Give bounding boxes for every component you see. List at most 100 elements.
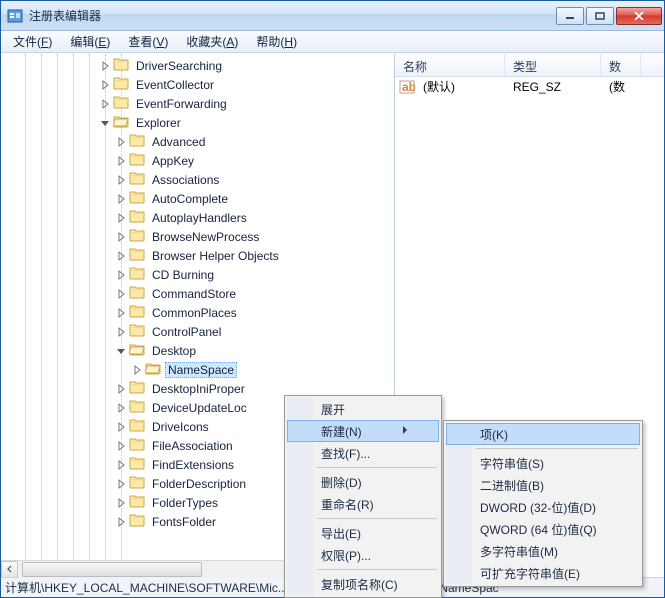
maximize-button[interactable] [586,7,614,25]
tree-item[interactable]: Desktop [1,341,394,360]
tree-item-label: DesktopIniProper [149,381,248,397]
tree-item-label: AutoComplete [149,191,231,207]
folder-open-icon [113,113,133,132]
collapse-icon[interactable] [113,346,129,356]
expand-icon[interactable] [113,289,129,299]
tree-item[interactable]: AutoComplete [1,189,394,208]
expand-icon[interactable] [113,327,129,337]
expand-icon[interactable] [113,232,129,242]
column-header[interactable]: 类型 [505,54,601,76]
menu-item[interactable]: 新建(N) [287,420,439,442]
expand-icon[interactable] [113,175,129,185]
tree-item[interactable]: ControlPanel [1,322,394,341]
new-submenu[interactable]: 项(K) 字符串值(S) 二进制值(B)DWORD (32-位)值(D)QWORD … [443,420,643,587]
menu-item[interactable]: 权限(P)... [287,544,439,566]
expand-icon[interactable] [113,479,129,489]
folder-icon [129,284,149,303]
tree-item[interactable]: CommonPlaces [1,303,394,322]
folder-icon [129,170,149,189]
tree-item[interactable]: CommandStore [1,284,394,303]
menu-item[interactable]: 多字符串值(M) [446,540,640,562]
folder-icon [129,189,149,208]
menu-3[interactable]: 收藏夹(A) [178,31,246,52]
collapse-icon[interactable] [97,118,113,128]
tree-item[interactable]: DriverSearching [1,56,394,75]
tree-item[interactable]: AppKey [1,151,394,170]
folder-icon [129,398,149,417]
menu-separator [476,448,638,449]
menu-item[interactable]: 字符串值(S) [446,452,640,474]
tree-item-label: EventForwarding [133,96,230,112]
tree-item-label: DriveIcons [149,419,212,435]
tree-item[interactable]: BrowseNewProcess [1,227,394,246]
menu-item[interactable]: 展开 [287,398,439,420]
menu-2[interactable]: 查看(V) [120,31,176,52]
tree-item[interactable]: Explorer [1,113,394,132]
folder-icon [129,265,149,284]
expand-icon[interactable] [113,213,129,223]
scroll-left-button[interactable] [1,561,18,578]
tree-context-menu[interactable]: 展开新建(N)查找(F)... 删除(D) 重命名(R) 导出(E)权限(P)... 复… [284,395,442,598]
expand-icon[interactable] [113,460,129,470]
expand-icon[interactable] [113,137,129,147]
menu-item[interactable]: 可扩充字符串值(E) [446,562,640,584]
menu-item[interactable]: 查找(F)... [287,442,439,464]
scroll-thumb[interactable] [22,562,202,577]
expand-icon[interactable] [113,156,129,166]
titlebar[interactable]: 注册表编辑器 [1,1,664,31]
tree-item[interactable]: NameSpace [1,360,394,379]
cell: (数 [605,78,645,95]
column-header[interactable]: 数 [601,54,641,76]
menu-0[interactable]: 文件(F) [5,31,60,52]
expand-icon[interactable] [97,80,113,90]
menu-item[interactable]: 复制项名称(C) [287,573,439,595]
folder-icon [129,322,149,341]
menu-item-label: 字符串值(S) [480,455,544,472]
window-title: 注册表编辑器 [29,7,556,24]
menu-separator [317,467,437,468]
tree-item[interactable]: Browser Helper Objects [1,246,394,265]
folder-icon [129,303,149,322]
menu-item[interactable]: 二进制值(B) [446,474,640,496]
expand-icon[interactable] [113,384,129,394]
tree-item[interactable]: CD Burning [1,265,394,284]
folder-open-icon [129,341,149,360]
tree-item-label: ControlPanel [149,324,224,340]
menu-item[interactable]: 项(K) [446,423,640,445]
expand-icon[interactable] [113,308,129,318]
list-header[interactable]: 名称类型数 [395,54,664,77]
value-row[interactable]: ab(默认)REG_SZ(数 [395,77,664,96]
expand-icon[interactable] [113,498,129,508]
menu-item[interactable]: DWORD (32-位)值(D) [446,496,640,518]
menu-item[interactable]: QWORD (64 位)值(Q) [446,518,640,540]
expand-icon[interactable] [113,403,129,413]
expand-icon[interactable] [97,61,113,71]
menu-1[interactable]: 编辑(E) [62,31,118,52]
tree-item[interactable]: Advanced [1,132,394,151]
tree-item[interactable]: EventForwarding [1,94,394,113]
folder-icon [129,493,149,512]
tree-item[interactable]: AutoplayHandlers [1,208,394,227]
minimize-button[interactable] [556,7,584,25]
expand-icon[interactable] [113,194,129,204]
expand-icon[interactable] [113,251,129,261]
expand-icon[interactable] [113,517,129,527]
folder-icon [129,246,149,265]
menu-item[interactable]: 导出(E) [287,522,439,544]
menu-item[interactable]: 重命名(R) [287,493,439,515]
menu-4[interactable]: 帮助(H) [248,31,305,52]
expand-icon[interactable] [97,99,113,109]
expand-icon[interactable] [113,441,129,451]
column-header[interactable]: 名称 [395,54,505,76]
tree-item[interactable]: EventCollector [1,75,394,94]
menu-item[interactable]: 删除(D) [287,471,439,493]
expand-icon[interactable] [129,365,145,375]
expand-icon[interactable] [113,270,129,280]
expand-icon[interactable] [113,422,129,432]
menu-item-label: 多字符串值(M) [480,543,558,560]
tree-item-label: CommonPlaces [149,305,240,321]
close-button[interactable] [616,7,662,25]
tree-item[interactable]: Associations [1,170,394,189]
menu-item-label: 重命名(R) [321,496,374,513]
folder-icon [129,417,149,436]
